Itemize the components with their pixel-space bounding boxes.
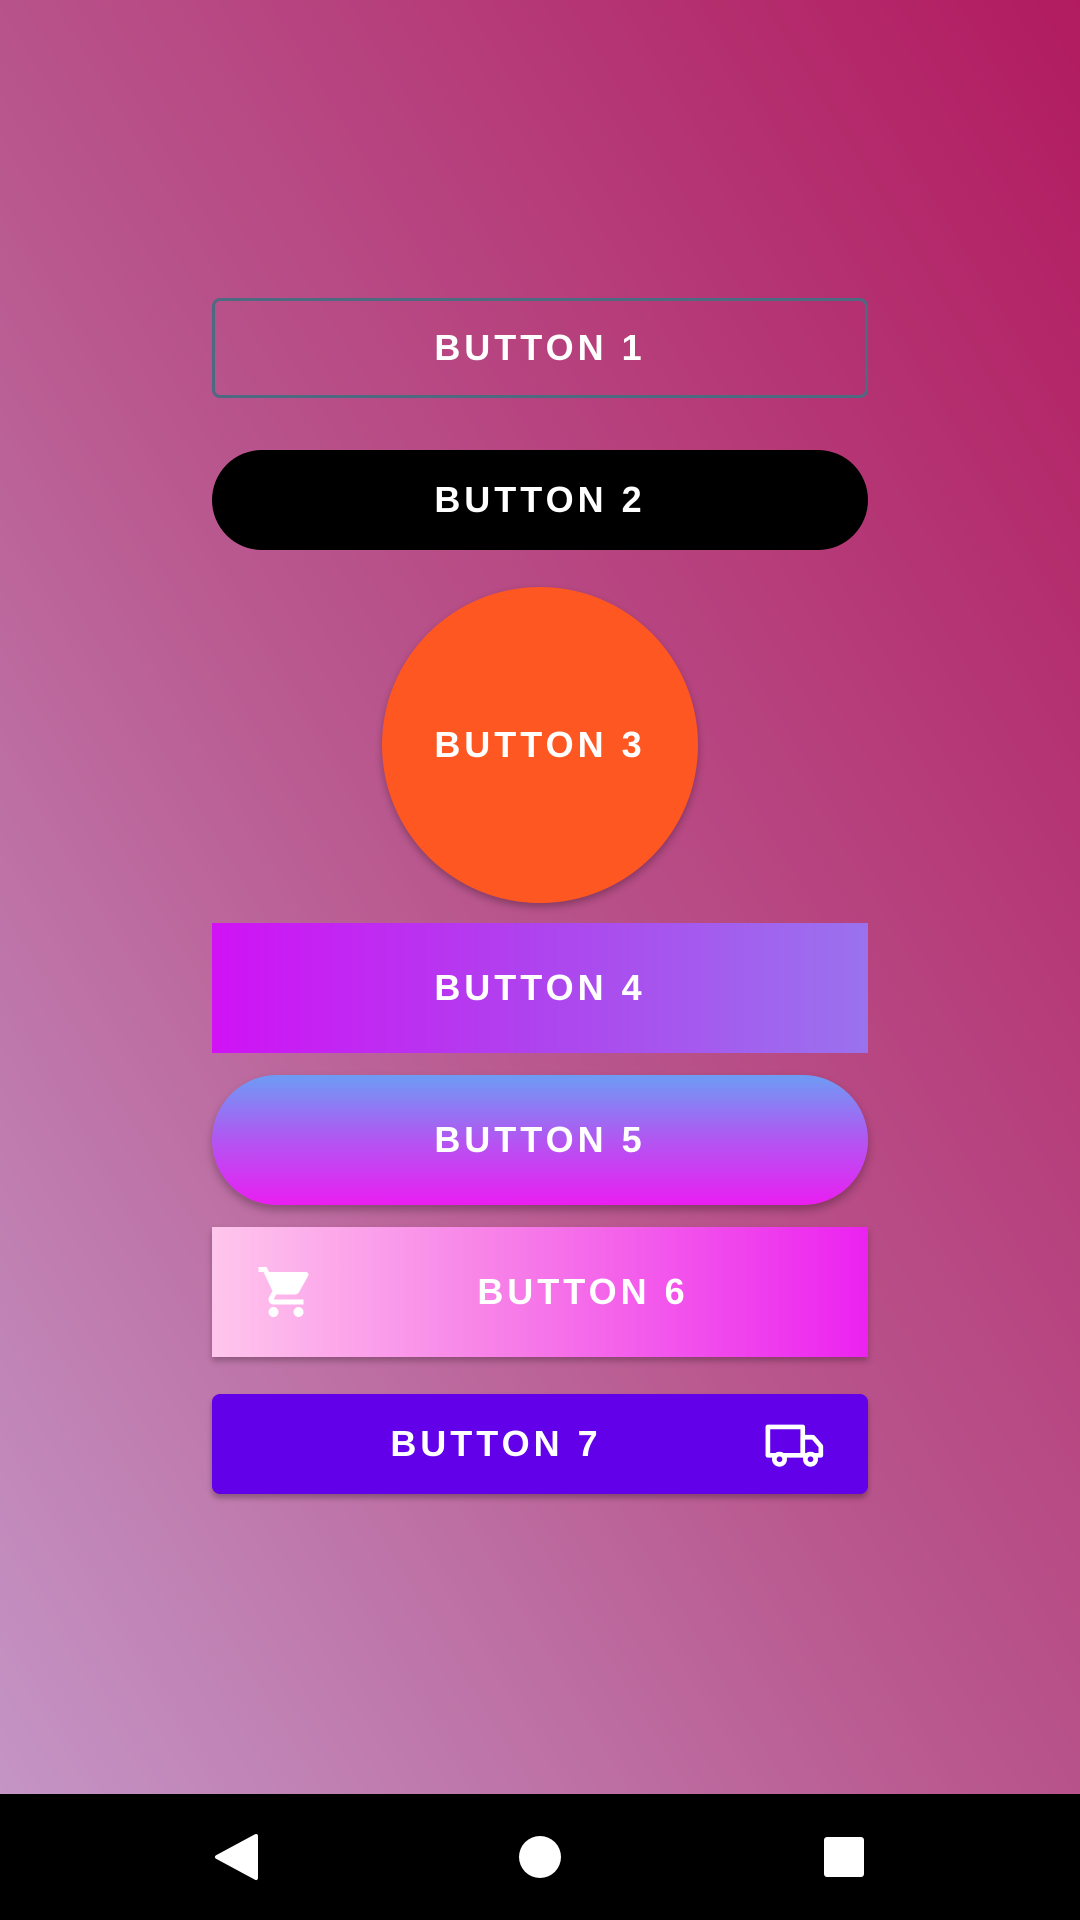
button-2[interactable]: BUTTON 2 (212, 450, 868, 550)
back-button[interactable] (196, 1817, 276, 1897)
button-7-label: BUTTON 7 (390, 1423, 602, 1464)
app-screen: BUTTON 1 BUTTON 2 BUTTON 3 BUTTON 4 BUTT… (0, 0, 1080, 1794)
home-button[interactable] (500, 1817, 580, 1897)
button-1-label: BUTTON 1 (434, 327, 646, 368)
button-1[interactable]: BUTTON 1 (212, 298, 868, 398)
truck-icon (765, 1424, 824, 1467)
button-4[interactable]: BUTTON 4 (212, 923, 868, 1053)
button-4-label: BUTTON 4 (434, 967, 646, 1008)
button-7[interactable]: BUTTON 7 (212, 1394, 868, 1494)
button-5-label: BUTTON 5 (434, 1119, 646, 1160)
recents-square-icon (824, 1837, 864, 1877)
button-3[interactable]: BUTTON 3 (382, 587, 698, 903)
navigation-bar (0, 1794, 1080, 1920)
home-circle-icon (519, 1836, 561, 1878)
button-5[interactable]: BUTTON 5 (212, 1075, 868, 1205)
button-3-label: BUTTON 3 (434, 724, 646, 765)
button-6[interactable]: BUTTON 6 (212, 1227, 868, 1357)
recents-button[interactable] (804, 1817, 884, 1897)
back-triangle-icon (215, 1834, 258, 1880)
shopping-cart-icon (258, 1267, 309, 1317)
button-6-label: BUTTON 6 (477, 1271, 689, 1312)
button-2-label: BUTTON 2 (434, 479, 646, 520)
